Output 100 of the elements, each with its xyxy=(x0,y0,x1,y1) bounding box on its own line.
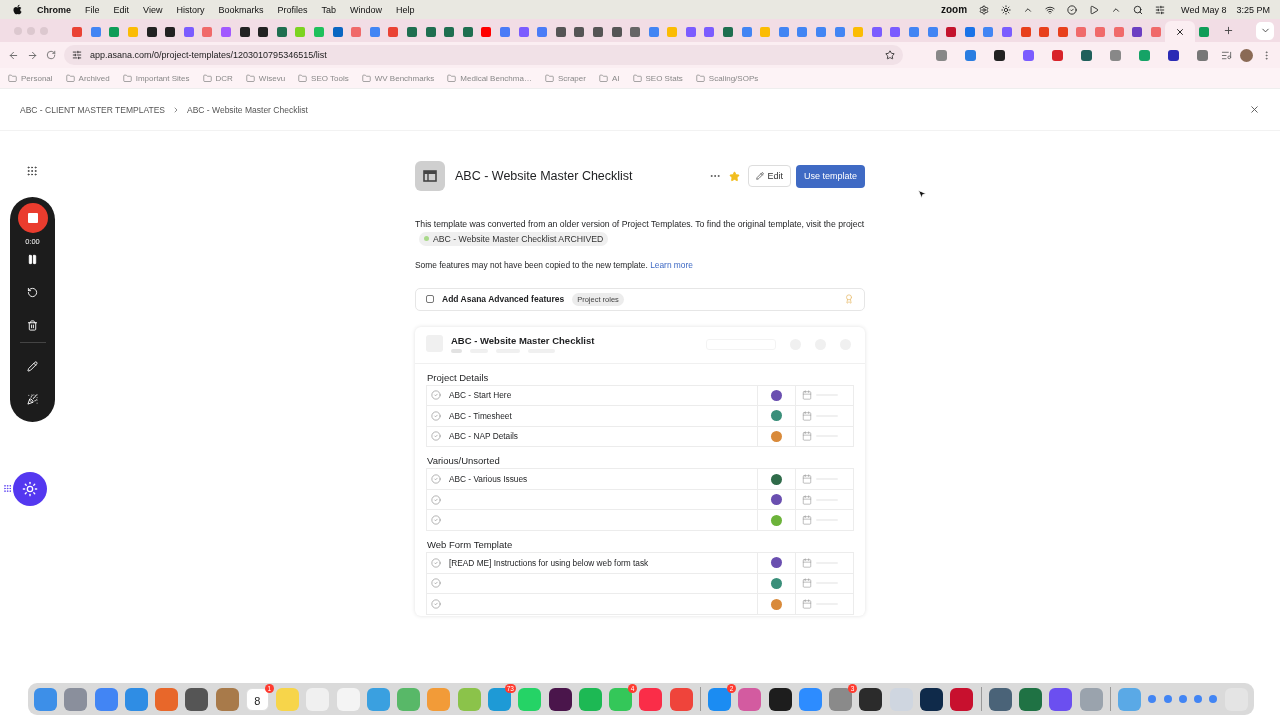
template-title: ABC - Website Master Checklist xyxy=(455,169,634,183)
apple-icon[interactable] xyxy=(12,4,23,15)
stop-recording-button[interactable] xyxy=(17,203,48,233)
control-center-icon[interactable] xyxy=(1155,4,1166,15)
menu-item[interactable]: Window xyxy=(349,4,382,15)
calendar-icon xyxy=(802,390,812,401)
complete-check-icon xyxy=(431,474,441,485)
bookmark-folder[interactable]: Scraper xyxy=(544,73,586,83)
folder-icon xyxy=(202,73,212,83)
preview-title: ABC - Website Master Checklist xyxy=(451,334,596,346)
breadcrumb-current[interactable]: ABC - Website Master Checklist xyxy=(187,104,308,115)
minimized-window-icon[interactable] xyxy=(1148,695,1157,703)
folder-icon xyxy=(695,73,705,83)
minimized-window-icon[interactable] xyxy=(1194,695,1203,703)
delete-button[interactable] xyxy=(27,320,38,331)
dock-app-icon[interactable]: 8 xyxy=(245,687,269,711)
dock-app-icon[interactable] xyxy=(919,687,943,711)
zoom-status[interactable]: zoom xyxy=(941,4,968,15)
bookmark-folder[interactable]: WV Benchmarks xyxy=(361,73,435,83)
favorite-star-button[interactable] xyxy=(729,170,741,182)
bookmark-folder[interactable]: AI xyxy=(598,73,620,83)
chevron-right-icon xyxy=(172,105,180,114)
menu-item[interactable]: Profiles xyxy=(277,4,308,15)
minimized-window-icon[interactable] xyxy=(1178,695,1187,703)
menu-item[interactable]: Edit xyxy=(113,4,130,15)
app-menu[interactable]: Chrome xyxy=(37,4,71,15)
restart-button[interactable] xyxy=(27,287,38,298)
template-icon xyxy=(415,161,445,191)
menu-item[interactable]: File xyxy=(85,4,100,15)
breadcrumb-link[interactable]: ABC - CLIENT MASTER TEMPLATES xyxy=(20,104,165,115)
advanced-label: Add Asana Advanced features xyxy=(442,294,565,304)
site-settings-icon xyxy=(72,50,82,60)
check-icon[interactable] xyxy=(1067,4,1078,15)
advanced-checkbox[interactable] xyxy=(426,295,434,303)
menu-item[interactable]: Tab xyxy=(321,4,336,15)
close-icon xyxy=(1175,26,1186,37)
calendar-icon xyxy=(802,515,812,526)
edit-button[interactable]: Edit xyxy=(748,165,791,187)
draw-button[interactable] xyxy=(27,361,38,372)
learn-more-link[interactable]: Learn more xyxy=(650,259,693,270)
task-name: ABC - Start Here xyxy=(449,390,512,401)
wifi-icon[interactable] xyxy=(1045,4,1056,15)
restart-icon xyxy=(27,287,38,298)
menubar-time[interactable]: 3:25 PM xyxy=(1236,4,1270,15)
menubar-date[interactable]: Wed May 8 xyxy=(1181,4,1227,15)
tab-search-button[interactable] xyxy=(1256,21,1274,40)
calendar-icon xyxy=(802,474,812,485)
assistant-button[interactable] xyxy=(13,472,47,506)
bookmark-folder[interactable]: SEO Stats xyxy=(632,73,683,83)
dock-app-icon[interactable] xyxy=(859,687,883,711)
skeleton-bar xyxy=(451,348,462,353)
bookmark-folder[interactable]: Archived xyxy=(65,73,110,83)
reload-icon xyxy=(46,50,56,60)
bookmark-folder[interactable]: Wisevu xyxy=(245,73,286,83)
close-button[interactable] xyxy=(1249,104,1260,115)
plus-icon xyxy=(1223,25,1235,36)
complete-check-icon xyxy=(431,599,441,610)
bookmark-folder[interactable]: SEO Tools xyxy=(298,73,349,83)
folder-icon xyxy=(298,73,308,83)
confetti-icon xyxy=(27,394,38,405)
folder-icon xyxy=(8,73,17,83)
folder-icon xyxy=(122,73,132,83)
menu-item[interactable]: History xyxy=(176,4,205,15)
address-bar[interactable]: app.asana.com/0/project-templates/1203010795346515/list xyxy=(64,45,903,65)
trash-icon xyxy=(27,320,38,331)
effects-button[interactable] xyxy=(27,394,38,405)
complete-check-icon xyxy=(431,494,441,505)
calendar-date: 8 xyxy=(254,695,261,707)
back-icon xyxy=(8,49,19,61)
archived-project-link[interactable]: ABC - Website Master Checklist ARCHIVED xyxy=(419,231,609,246)
profile-avatar[interactable] xyxy=(1240,48,1253,62)
play-icon[interactable] xyxy=(1089,4,1100,15)
extension-icon[interactable] xyxy=(994,49,1005,61)
menu-item[interactable]: View xyxy=(143,4,163,15)
minimized-window-icon[interactable] xyxy=(1163,695,1172,703)
dock-app-icon[interactable] xyxy=(185,687,209,711)
minimized-window-icon[interactable] xyxy=(1209,695,1218,703)
bookmark-folder[interactable]: Personal xyxy=(8,73,53,83)
bookmark-folder[interactable]: Important Sites xyxy=(122,73,190,83)
extension-icon[interactable] xyxy=(1168,49,1179,61)
sun-icon[interactable] xyxy=(1001,4,1012,15)
grid-icon xyxy=(26,165,38,177)
apps-button[interactable] xyxy=(26,165,38,177)
search-icon[interactable] xyxy=(1133,4,1144,15)
gear-icon[interactable] xyxy=(979,4,990,15)
bookmark-folder[interactable]: DCR xyxy=(202,73,233,83)
folder-icon xyxy=(447,73,457,83)
dock-app-icon[interactable] xyxy=(548,687,572,711)
close-icon xyxy=(1249,104,1260,115)
menu-item[interactable]: Help xyxy=(396,4,415,15)
dock-app-icon[interactable] xyxy=(768,687,792,711)
extension-icon[interactable] xyxy=(1081,49,1092,61)
complete-check-icon xyxy=(431,431,441,442)
drag-handle-icon[interactable] xyxy=(3,484,12,493)
pause-button[interactable] xyxy=(27,254,38,265)
section-heading: Project Details xyxy=(426,370,490,385)
bookmark-folder[interactable]: Medical Benchma… xyxy=(447,73,532,83)
use-template-button[interactable]: Use template xyxy=(795,164,865,188)
menu-item[interactable]: Bookmarks xyxy=(218,4,264,15)
bookmark-folder[interactable]: Scaling/SOPs xyxy=(695,73,759,83)
